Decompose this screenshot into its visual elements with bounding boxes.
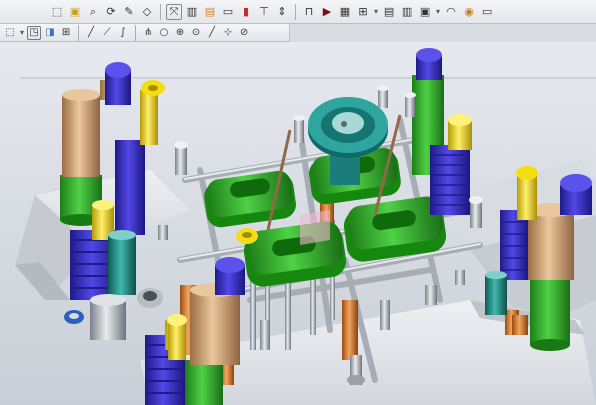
tangent-icon[interactable]: ╱ xyxy=(205,26,219,40)
view-cube-icon[interactable]: ◳ xyxy=(27,25,42,40)
cad-viewport[interactable] xyxy=(0,42,596,405)
window-icon[interactable]: ▭ xyxy=(479,4,495,20)
edit-icon[interactable]: ▥ xyxy=(184,4,200,20)
grid-icon[interactable]: ⊞ xyxy=(59,26,73,40)
toolbar-separator xyxy=(295,3,296,20)
measure-icon[interactable]: ▶ xyxy=(319,4,335,20)
part-icon[interactable]: ▦ xyxy=(337,4,353,20)
layer-icon[interactable]: ▤ xyxy=(202,4,218,20)
polyline-icon[interactable]: ⟋ xyxy=(100,26,114,40)
render-icon[interactable]: ▥ xyxy=(399,4,415,20)
mirror-icon[interactable]: ⤧ xyxy=(166,3,182,20)
assembly-icon[interactable]: ⊞ xyxy=(355,4,371,20)
toolbar-separator xyxy=(135,24,137,41)
shade-icon[interactable]: ◨ xyxy=(43,26,57,40)
midpoint-icon[interactable]: ⊘ xyxy=(237,26,251,40)
weld-icon[interactable]: ⊓ xyxy=(301,4,317,20)
dropdown-arrow-icon[interactable]: ▾ xyxy=(20,28,24,37)
help-icon[interactable]: ◉ xyxy=(461,4,477,20)
point-icon[interactable]: ⊙ xyxy=(189,26,203,40)
dropdown-arrow-icon[interactable]: ▾ xyxy=(374,7,378,16)
zoom-icon[interactable]: ⌕ xyxy=(85,4,101,20)
line-icon[interactable]: ╱ xyxy=(84,26,98,40)
section-icon[interactable]: ⊤ xyxy=(256,4,272,20)
toolbar-separator xyxy=(160,3,161,20)
rotate-icon[interactable]: ⟳ xyxy=(103,4,119,20)
washer xyxy=(64,310,84,324)
select-icon[interactable]: ⬚ xyxy=(49,4,65,20)
sprue-highlight xyxy=(300,210,330,245)
trim-icon[interactable]: ⋔ xyxy=(141,26,155,40)
bushing xyxy=(137,288,163,308)
snap-toolbar: ⬚ ▾ ◳ ◨ ⊞ ╱ ⟋ ∫ ⋔ ○ ⊕ ⊙ ╱ ⊹ ⊘ xyxy=(0,24,290,42)
view-icon[interactable]: ▭ xyxy=(220,4,236,20)
sketch-icon[interactable]: ✎ xyxy=(121,4,137,20)
circle-icon[interactable]: ○ xyxy=(157,26,171,40)
snap-icon[interactable]: ⬚ xyxy=(3,26,17,40)
center-icon[interactable]: ⊕ xyxy=(173,26,187,40)
toolbar-separator xyxy=(78,24,80,41)
feature-icon[interactable]: ◇ xyxy=(139,4,155,20)
color-icon[interactable]: ▮ xyxy=(238,4,254,20)
dropdown-arrow-icon[interactable]: ▾ xyxy=(436,7,440,16)
screw-head xyxy=(236,228,258,244)
main-toolbar: ⬚ ▣ ⌕ ⟳ ✎ ◇ ⤧ ▥ ▤ ▭ ▮ ⊤ ⇕ ⊓ ▶ ▦ ⊞ ▾ ▤ ▥ … xyxy=(0,0,596,24)
fit-icon[interactable]: ▣ xyxy=(67,4,83,20)
stretch-icon[interactable]: ⇕ xyxy=(274,4,290,20)
curve-icon[interactable]: ∫ xyxy=(116,26,130,40)
save-icon[interactable]: ◠ xyxy=(443,4,459,20)
settings-icon[interactable]: ▣ xyxy=(417,4,433,20)
drawing-icon[interactable]: ▤ xyxy=(381,4,397,20)
snap-end-icon[interactable]: ⊹ xyxy=(221,26,235,40)
